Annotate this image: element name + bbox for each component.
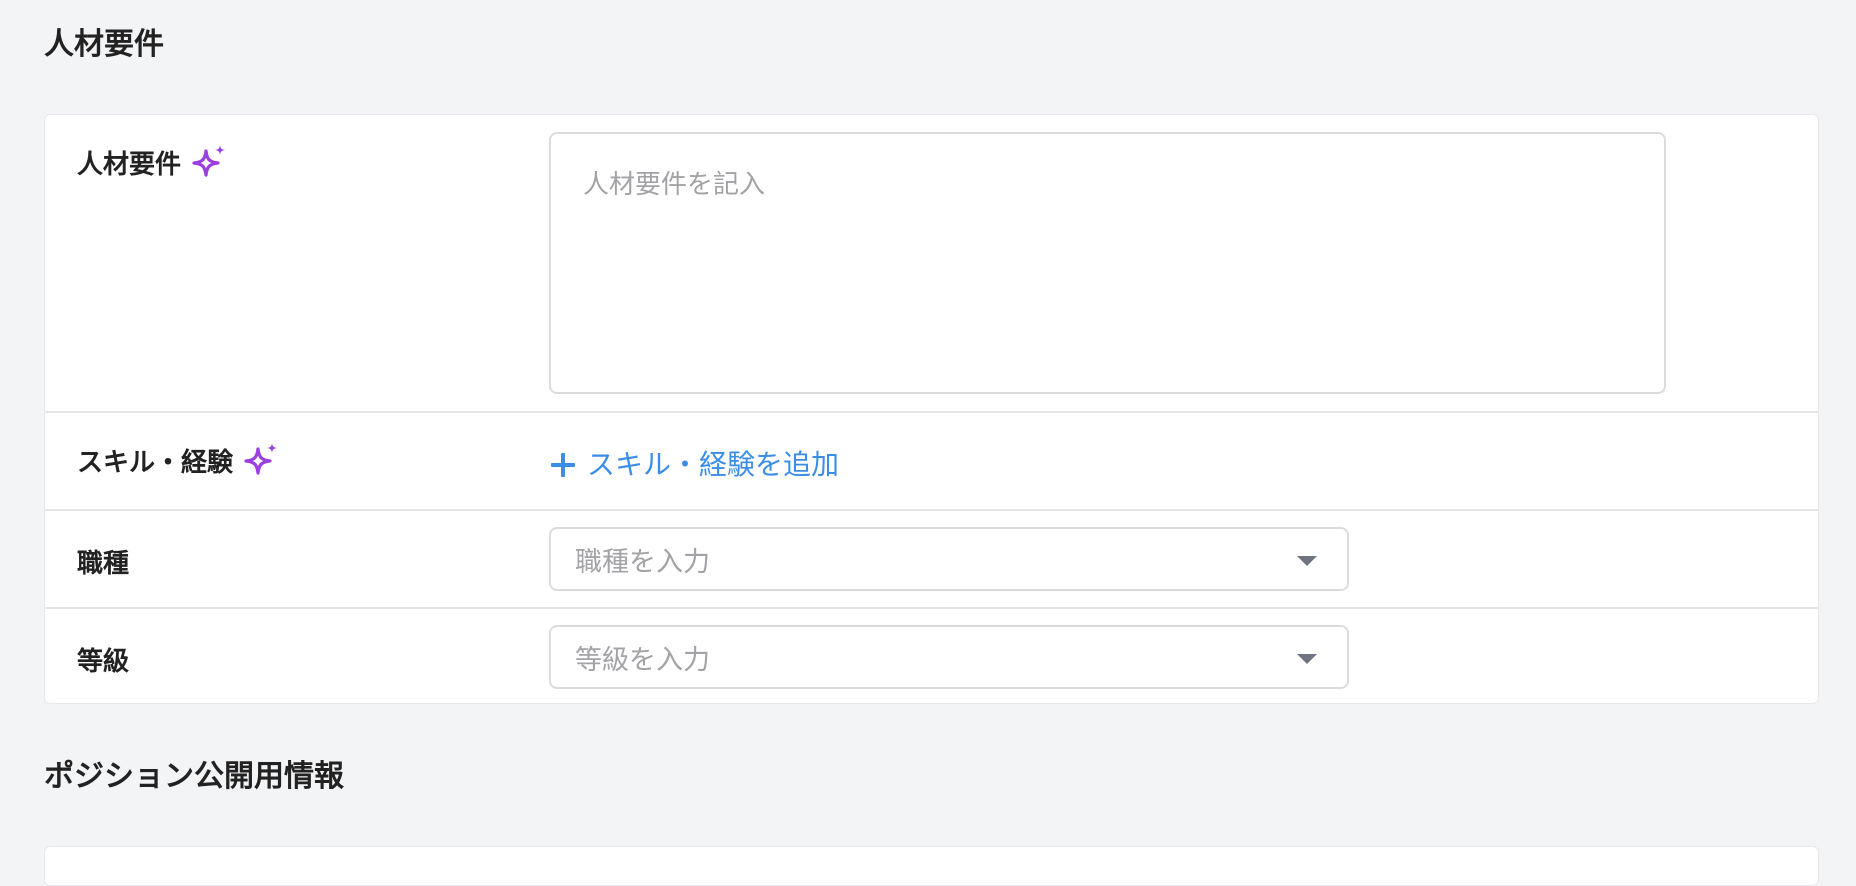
caret-down-icon	[1297, 654, 1317, 664]
section-title-requirements: 人材要件	[44, 27, 164, 62]
add-skill-button[interactable]: スキル・経験を追加	[551, 451, 839, 479]
position-public-card	[44, 846, 1819, 886]
grade-label: 等級	[77, 647, 130, 677]
requirements-label: 人材要件	[77, 150, 182, 180]
skills-label: スキル・経験	[77, 448, 234, 478]
skills-label-group: スキル・経験	[77, 443, 281, 481]
job-type-row: 職種 職種を入力	[45, 509, 1818, 607]
requirements-textarea[interactable]	[549, 132, 1666, 394]
add-skill-label: スキル・経験を追加	[587, 448, 840, 481]
grade-select[interactable]: 等級を入力	[549, 625, 1349, 689]
grade-row: 等級 等級を入力	[45, 607, 1818, 703]
requirements-card: 人材要件 スキル・経験 スキル・経験を追加 職種 職種を入力 等級	[44, 114, 1819, 704]
grade-placeholder: 等級を入力	[575, 644, 710, 676]
section-title-position-public: ポジション公開用情報	[44, 759, 344, 794]
job-type-placeholder: 職種を入力	[575, 546, 710, 578]
plus-icon	[551, 453, 575, 477]
sparkle-icon	[192, 145, 226, 177]
skills-row: スキル・経験 スキル・経験を追加	[45, 411, 1818, 509]
job-type-select[interactable]: 職種を入力	[549, 527, 1349, 591]
requirements-row: 人材要件	[45, 115, 1818, 411]
sparkle-icon	[244, 443, 278, 475]
job-type-label: 職種	[77, 549, 130, 579]
requirements-label-group: 人材要件	[77, 145, 229, 183]
caret-down-icon	[1297, 556, 1317, 566]
